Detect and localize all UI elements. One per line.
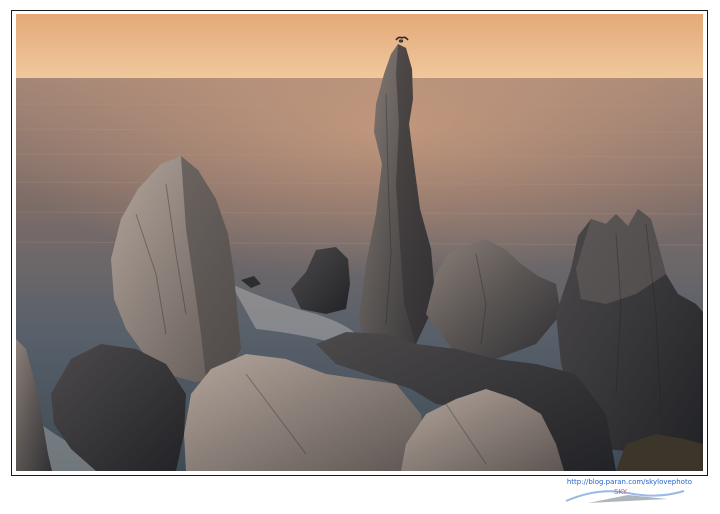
landscape-photo-svg (16, 14, 703, 471)
photo-frame: http://blog.paran.com/skylovephoto SKY (0, 0, 720, 514)
watermark: http://blog.paran.com/skylovephoto SKY (542, 478, 692, 508)
sky (16, 14, 703, 78)
landscape-photo (16, 14, 703, 471)
watermark-logo: SKY (565, 488, 685, 503)
watermark-logo-text: SKY (614, 488, 628, 496)
